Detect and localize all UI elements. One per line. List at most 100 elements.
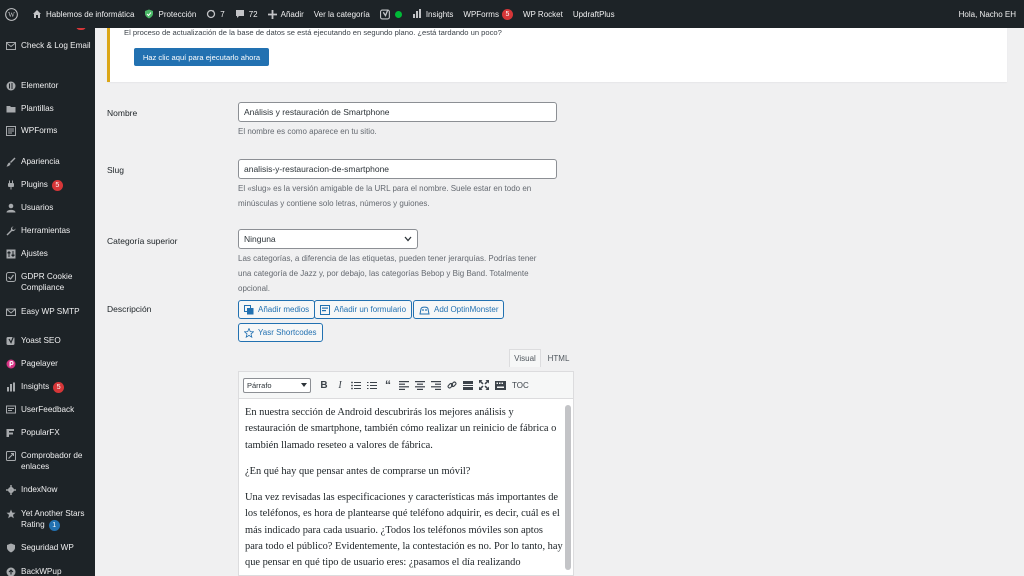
yasr-shortcodes-button[interactable]: Yasr Shortcodes: [238, 323, 323, 342]
sidebar-item-insights[interactable]: Insights 5: [0, 381, 95, 393]
forms-icon: [6, 126, 16, 136]
name-label: Nombre: [107, 108, 138, 118]
sidebar-item-label: Yoast SEO: [21, 336, 61, 345]
parent-category-select[interactable]: Ninguna: [238, 229, 418, 249]
sidebar-item-label: Check & Log Email: [21, 41, 91, 50]
sidebar-item-pagelayer[interactable]: Pagelayer: [0, 358, 95, 369]
folder-icon: [6, 106, 16, 113]
feedback-icon: [6, 405, 16, 414]
sidebar-item-optinmonster[interactable]: [0, 28, 95, 32]
wordpress-logo-button[interactable]: W: [0, 0, 27, 28]
sidebar-badge: 5: [51, 180, 63, 191]
sidebar-item-wpforms[interactable]: WPForms: [0, 125, 95, 136]
slug-label: Slug: [107, 165, 125, 175]
refresh-icon: [207, 9, 216, 19]
sidebar-item-apariencia[interactable]: Apariencia: [0, 156, 95, 167]
wordpress-icon: W: [5, 7, 18, 21]
elementor-icon: [6, 81, 16, 91]
sidebar-item-gdpr-cookie-compliance[interactable]: GDPR Cookie Compliance: [0, 271, 95, 293]
align-left-icon: [399, 380, 409, 390]
read-more-button[interactable]: [461, 378, 475, 392]
backup-icon: [6, 567, 16, 576]
run-update-button[interactable]: Haz clic aquí para ejecutarlo ahora: [134, 48, 269, 66]
sidebar-item-yoast-seo[interactable]: Yoast SEO: [0, 335, 95, 346]
updates-link[interactable]: 7: [201, 0, 229, 28]
sidebar-item-herramientas[interactable]: Herramientas: [0, 225, 95, 236]
user-icon: [6, 203, 16, 213]
blockquote-button[interactable]: “: [381, 378, 395, 392]
updraftplus-link[interactable]: UpdraftPlus: [568, 0, 620, 28]
numbered-list-button[interactable]: [365, 378, 379, 392]
fullscreen-button[interactable]: [477, 378, 491, 392]
sidebar-item-plantillas[interactable]: Plantillas: [0, 103, 95, 114]
sidebar-item-label: Yet Another Stars Rating 1: [21, 509, 85, 531]
user-greeting[interactable]: Hola, Nacho EH: [954, 0, 1024, 28]
align-right-button[interactable]: [429, 378, 443, 392]
sidebar-item-yet-another-stars-rating[interactable]: Yet Another Stars Rating 1: [0, 508, 95, 531]
sidebar-item-backwpup[interactable]: BackWPup: [0, 566, 95, 576]
sidebar-item-label: Plugins 5: [21, 179, 63, 191]
triangle-down-icon: [301, 383, 307, 387]
star-icon: [244, 327, 254, 338]
sidebar-item-seguridad-wp[interactable]: Seguridad WP: [0, 542, 95, 553]
sidebar-item-popularfx[interactable]: PopularFX: [0, 427, 95, 438]
sidebar-item-label: Apariencia: [21, 157, 60, 166]
seo-status-dot: [394, 10, 402, 18]
sidebar-item-plugins[interactable]: Plugins 5: [0, 179, 95, 191]
link-icon: [6, 451, 16, 461]
name-input[interactable]: Análisis y restauración de Smartphone: [238, 102, 557, 122]
form-icon: [320, 304, 330, 315]
sidebar-item-comprobador-de-enlaces[interactable]: Comprobador de enlaces: [0, 450, 95, 472]
format-select[interactable]: Párrafo: [243, 377, 311, 393]
align-left-button[interactable]: [397, 378, 411, 392]
add-new-link[interactable]: Añadir: [263, 0, 309, 28]
add-optinmonster-button[interactable]: Add OptinMonster: [413, 300, 505, 319]
sidebar-item-label: Usuarios: [21, 203, 54, 212]
sidebar-item-indexnow[interactable]: IndexNow: [0, 484, 95, 495]
sidebar-badge: 5: [53, 382, 65, 393]
site-name-link[interactable]: Hablemos de informática: [27, 0, 139, 28]
sidebar-item-ajustes[interactable]: Ajustes: [0, 248, 95, 259]
insights-link[interactable]: Insights: [407, 0, 459, 28]
bar-chart-icon: [412, 9, 421, 18]
sidebar-item-check-log-email[interactable]: Check & Log Email: [0, 40, 95, 51]
slug-input[interactable]: analisis-y-restauracion-de-smartphone: [238, 159, 557, 179]
sidebar-item-easy-wp-smtp[interactable]: Easy WP SMTP: [0, 306, 95, 317]
editor-paragraph: ¿En qué hay que pensar antes de comprars…: [245, 465, 471, 477]
yoast-menu[interactable]: [375, 0, 407, 28]
add-form-button[interactable]: Añadir un formulario: [314, 300, 413, 319]
sidebar-item-usuarios[interactable]: Usuarios: [0, 202, 95, 213]
protection-link[interactable]: Protección: [139, 0, 201, 28]
shield-check-icon: [145, 9, 154, 19]
comments-link[interactable]: 72: [230, 0, 263, 28]
sidebar-item-label: GDPR Cookie Compliance: [21, 272, 73, 292]
editor-content-area[interactable]: En nuestra sección de Android descubrirá…: [238, 399, 574, 576]
brush-icon: [6, 157, 16, 167]
insert-link-button[interactable]: [445, 378, 459, 392]
wprocket-link[interactable]: WP Rocket: [518, 0, 568, 28]
parent-category-value: Ninguna: [244, 234, 276, 244]
tab-html[interactable]: HTML: [543, 349, 574, 367]
sidebar-item-label: IndexNow: [21, 485, 58, 494]
notice-text: El proceso de actualización de la base d…: [124, 28, 502, 37]
bold-button[interactable]: B: [317, 378, 331, 392]
bullet-list-button[interactable]: [349, 378, 363, 392]
align-center-button[interactable]: [413, 378, 427, 392]
db-update-notice: El proceso de actualización de la base d…: [107, 28, 1007, 82]
link-icon: [447, 381, 457, 389]
editor-scrollbar[interactable]: [565, 405, 571, 570]
popularfx-icon: [6, 429, 14, 437]
toolbar-toggle-button[interactable]: [493, 378, 507, 392]
check-icon: [6, 272, 16, 282]
sidebar-item-elementor[interactable]: Elementor: [0, 80, 95, 91]
tab-visual[interactable]: Visual: [509, 349, 541, 367]
sidebar-item-label: Insights 5: [21, 381, 65, 393]
sidebar-item-userfeedback[interactable]: UserFeedback: [0, 404, 95, 415]
sidebar-item-label: Seguridad WP: [21, 543, 74, 552]
wpforms-link[interactable]: WPForms 5: [458, 0, 518, 28]
italic-button[interactable]: I: [333, 378, 347, 392]
view-category-link[interactable]: Ver la categoría: [309, 0, 375, 28]
settings-icon: [6, 249, 16, 259]
toc-button[interactable]: TOC: [512, 381, 529, 390]
add-media-button[interactable]: Añadir medios: [238, 300, 316, 319]
